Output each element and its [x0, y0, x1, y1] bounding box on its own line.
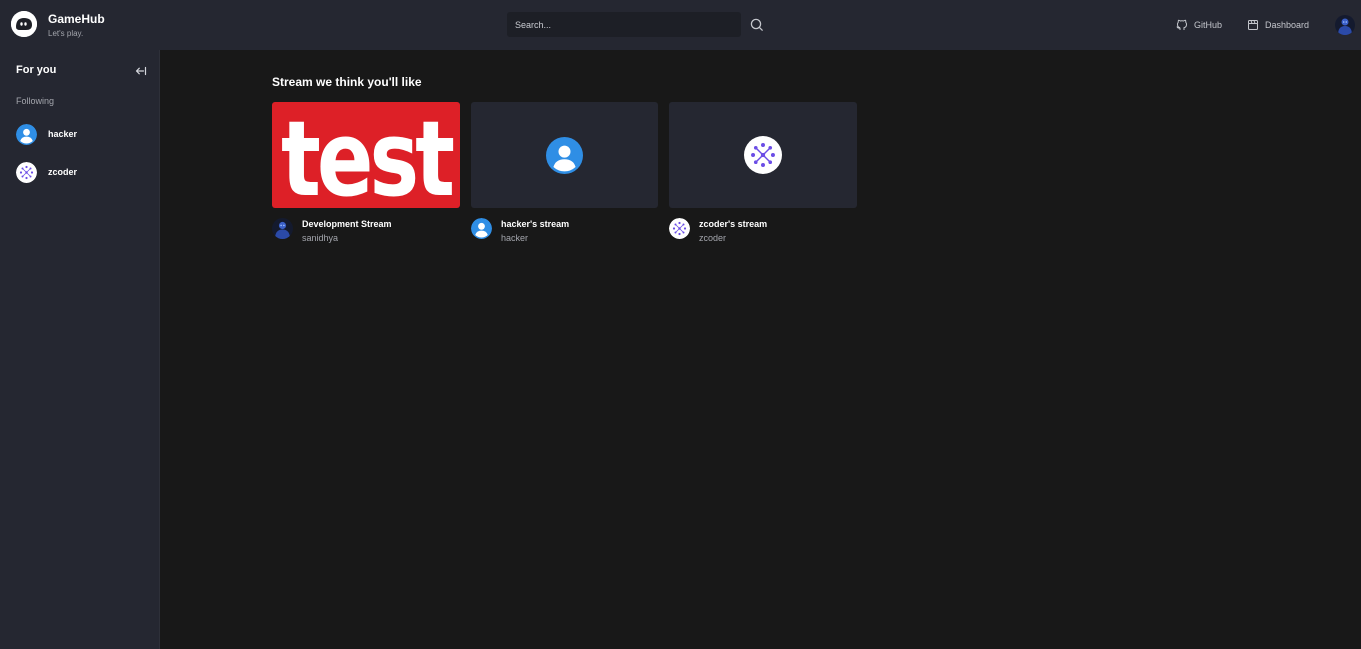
gamehub-logo-icon[interactable] — [11, 11, 37, 37]
stream-title: Development Stream — [302, 219, 392, 229]
app-tagline: Let's play. — [48, 29, 84, 38]
sidebar-title: For you — [16, 64, 57, 76]
sidebar-item-zcoder[interactable]: zcoder — [16, 161, 151, 183]
stream-card[interactable]: hacker's stream hacker — [471, 102, 658, 243]
streamer-username: zcoder — [699, 233, 727, 243]
pattern-avatar-icon — [744, 136, 782, 174]
pattern-avatar-icon — [16, 161, 37, 183]
collapse-sidebar-icon[interactable] — [134, 64, 148, 78]
default-person-avatar-icon — [546, 136, 583, 174]
sidebar-item-hacker[interactable]: hacker — [16, 123, 151, 145]
stream-thumbnail[interactable] — [471, 102, 658, 208]
streamer-avatar[interactable] — [272, 218, 293, 239]
svg-text:test: test — [281, 102, 454, 208]
stream-card[interactable]: zcoder's stream zcoder — [669, 102, 857, 243]
top-navbar: GameHub Let's play. GitHub Dashboard — [0, 0, 1361, 50]
sidebar: For you Following hacker zcoder — [0, 50, 160, 649]
dashboard-label: Dashboard — [1265, 20, 1310, 30]
stream-card[interactable]: test Development Stream sanidhya — [272, 102, 460, 243]
stream-thumbnail[interactable]: test — [272, 102, 460, 208]
stream-thumbnail[interactable] — [669, 102, 857, 208]
search-input[interactable] — [507, 12, 741, 37]
default-person-avatar-icon — [16, 123, 37, 145]
user-avatar[interactable] — [1335, 15, 1355, 35]
sidebar-user-name: zcoder — [48, 167, 78, 177]
following-label: Following — [16, 96, 55, 106]
github-icon — [1176, 19, 1187, 30]
default-person-avatar-icon[interactable] — [471, 218, 492, 239]
github-label: GitHub — [1194, 20, 1223, 30]
sidebar-user-name: hacker — [48, 129, 78, 139]
streamer-username: hacker — [501, 233, 529, 243]
streamer-username: sanidhya — [302, 233, 339, 243]
section-title: Stream we think you'll like — [272, 75, 422, 89]
github-link[interactable]: GitHub — [1176, 16, 1222, 34]
search-icon[interactable] — [748, 16, 766, 34]
pattern-avatar-icon[interactable] — [669, 218, 690, 239]
stream-title: zcoder's stream — [699, 219, 768, 229]
app-title[interactable]: GameHub — [48, 12, 105, 26]
thumbnail-image: test — [281, 102, 459, 208]
dashboard-link[interactable]: Dashboard — [1247, 16, 1309, 34]
stream-title: hacker's stream — [501, 219, 570, 229]
clapperboard-icon — [1248, 20, 1258, 30]
